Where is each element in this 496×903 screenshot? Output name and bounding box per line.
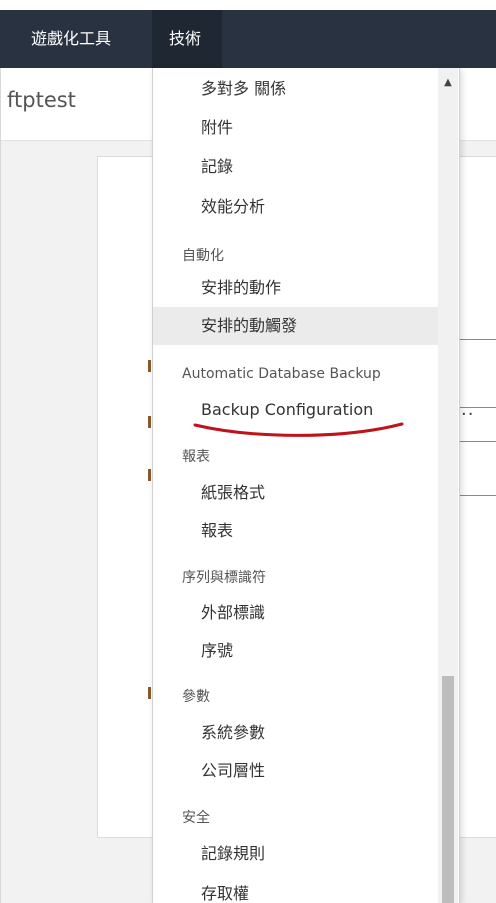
menu-item-system-parameters[interactable]: 系統參數 xyxy=(153,714,439,752)
technical-dropdown-menu: 多對多 關係 附件 記錄 效能分析 自動化 安排的動作 安排的動觸發 Autom… xyxy=(152,68,460,903)
menu-item-company-properties[interactable]: 公司層性 xyxy=(153,752,439,790)
menu-item-record-rules[interactable]: 記錄規則 xyxy=(153,835,439,873)
scrollbar-thumb[interactable] xyxy=(442,676,454,903)
menu-item-scheduled-actions[interactable]: 安排的動作 xyxy=(153,269,439,307)
menu-item-paper-format[interactable]: 紙張格式 xyxy=(153,474,439,512)
nav-technical[interactable]: 技術 xyxy=(152,10,222,68)
menu-item-logging[interactable]: 記錄 xyxy=(153,148,439,186)
nav-gamification[interactable]: 遊戲化工具 xyxy=(31,10,111,68)
menu-item-access-rights[interactable]: 存取權 xyxy=(153,875,439,903)
top-navbar: 遊戲化工具 技術 xyxy=(0,0,496,68)
ellipsis-icon[interactable]: ·· xyxy=(461,404,474,425)
menu-header-database-backup: Automatic Database Backup xyxy=(182,366,381,382)
field-marker xyxy=(148,416,151,428)
menu-item-profiling[interactable]: 效能分析 xyxy=(153,188,439,226)
menu-header-reports: 報表 xyxy=(182,449,210,465)
menu-header-sequences: 序列與標識符 xyxy=(182,570,266,586)
menu-item-scheduled-triggers[interactable]: 安排的動觸發 xyxy=(153,307,439,345)
caret-up-icon[interactable]: ▲ xyxy=(438,76,458,90)
menu-item-external-ids[interactable]: 外部標識 xyxy=(153,594,439,632)
menu-item-reports[interactable]: 報表 xyxy=(153,512,439,550)
menu-item-many2many[interactable]: 多對多 關係 xyxy=(153,70,439,108)
menu-header-security: 安全 xyxy=(182,810,210,826)
menu-header-parameters: 參數 xyxy=(182,689,210,705)
breadcrumb[interactable]: ftptest xyxy=(7,88,76,112)
field-marker xyxy=(148,687,151,699)
field-marker xyxy=(148,469,151,481)
menu-header-automation: 自動化 xyxy=(182,248,224,264)
menu-item-attachments[interactable]: 附件 xyxy=(153,109,439,147)
menu-item-backup-configuration[interactable]: Backup Configuration xyxy=(153,391,439,429)
dropdown-scrollbar[interactable]: ▲ xyxy=(438,68,458,903)
field-marker xyxy=(148,360,151,372)
menu-item-sequences[interactable]: 序號 xyxy=(153,632,439,670)
